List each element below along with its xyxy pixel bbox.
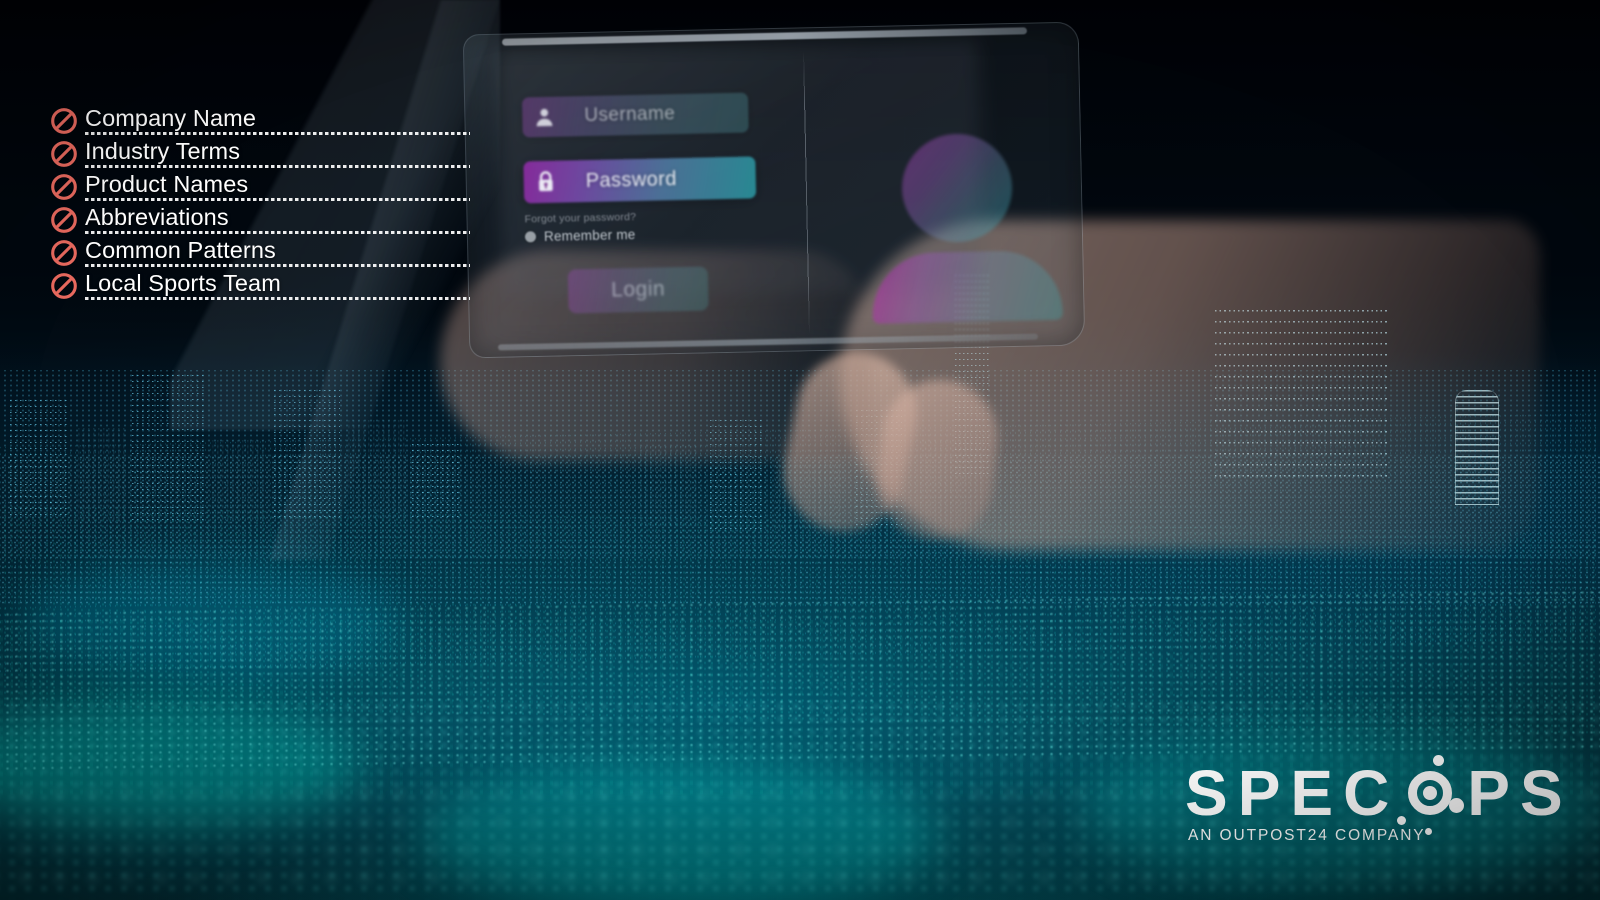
avatar-body [871,249,1063,324]
logo-letter-s2: S [1519,756,1573,829]
password-field[interactable]: Password [523,156,757,204]
prohibition-icon [50,140,78,168]
user-avatar-icon [869,132,1063,324]
avatar-head [900,132,1014,244]
prohibition-icon [50,272,78,300]
forgot-password-link[interactable]: Forgot your password? [524,211,636,225]
prohibition-icon [50,107,78,135]
list-item-dotted-rule [85,264,470,267]
prohibition-icon [50,173,78,201]
poster-canvas: Username Password Forgot your password? … [0,0,1600,900]
blocked-terms-list: Company Name Industry Terms Product Name… [50,105,490,304]
list-item: Local Sports Team [50,270,490,304]
list-item: Product Names [50,171,490,205]
password-placeholder: Password [585,167,678,192]
list-item-label: Common Patterns [85,237,276,263]
list-item-label: Product Names [85,171,249,197]
lock-icon [524,169,569,194]
login-button-label: Login [610,277,666,302]
specops-orbit-o-icon [1397,755,1465,835]
remember-me-row[interactable]: Remember me [524,227,636,245]
right-large-building [1215,310,1390,485]
logo-letter-p: P [1237,756,1291,829]
list-item-dotted-rule [85,165,470,168]
logo-letter-s: S [1185,756,1238,829]
specops-wordmark: S P E C P S [1185,755,1563,835]
logo-letter-c: C [1343,756,1400,829]
right-tower-building [1455,390,1499,505]
prohibition-icon [50,239,78,267]
logo-letter-p2: P [1467,756,1520,829]
orbit-dot-2 [1449,798,1465,813]
login-button[interactable]: Login [567,266,709,314]
list-item: Common Patterns [50,237,490,271]
user-icon [522,105,566,128]
list-item-dotted-rule [85,231,470,234]
list-item-dotted-rule [85,198,470,201]
list-item: Industry Terms [50,138,490,172]
list-item-label: Industry Terms [85,138,241,164]
list-item-label: Company Name [85,105,256,131]
list-item-dotted-rule [85,132,470,135]
list-item-label: Local Sports Team [85,270,281,296]
list-item-dotted-rule [85,297,470,300]
logo-tagline: AN OUTPOST24 COMPANY [1188,827,1426,844]
orbit-dot-1 [1433,755,1445,766]
list-item: Company Name [50,105,490,139]
login-form: Username Password Forgot your password? … [463,21,1084,356]
prohibition-icon [50,206,78,234]
username-field[interactable]: Username [521,92,749,138]
list-item: Abbreviations [50,204,490,238]
username-placeholder: Username [584,103,676,127]
list-item-label: Abbreviations [85,204,229,230]
remember-me-label: Remember me [543,227,636,245]
logo-letter-e: E [1290,756,1344,829]
remember-me-checkbox[interactable] [524,231,537,243]
orbit-dot-3 [1397,816,1407,825]
specops-logo: S P E C P S AN OUTPOST24 COMPANY [1185,755,1563,845]
